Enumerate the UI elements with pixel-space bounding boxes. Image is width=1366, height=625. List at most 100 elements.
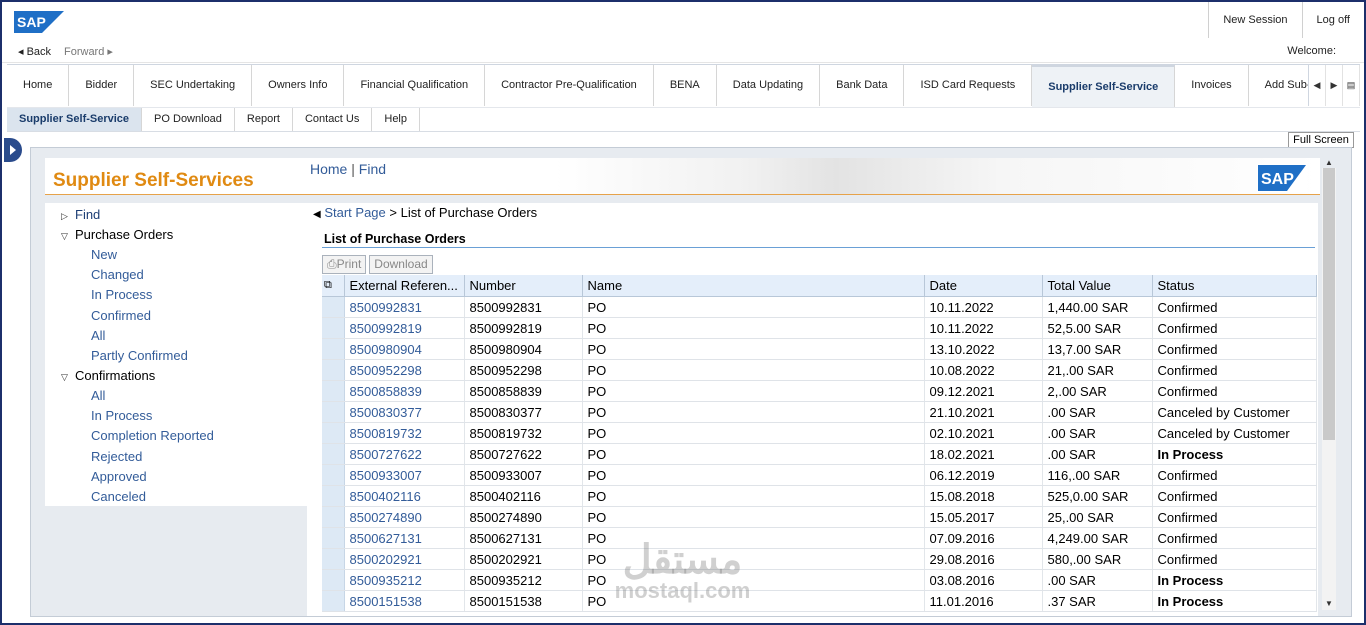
nav-conf-canceled[interactable]: Canceled [91, 489, 146, 504]
banner-find-link[interactable]: Find [359, 161, 386, 177]
table-row[interactable]: 8500627131 8500627131 PO 07.09.2016 4,249.00… [322, 527, 1317, 549]
tab-supplier-self-service[interactable]: Supplier Self-Service [1032, 65, 1176, 108]
vertical-scrollbar[interactable]: ▲ ▼ [1322, 158, 1336, 610]
tab-bidder[interactable]: Bidder [69, 65, 135, 106]
tab-contractor-pre-qualification[interactable]: Contractor Pre-Qualification [485, 65, 654, 106]
tab-financial-qualification[interactable]: Financial Qualification [344, 65, 486, 106]
cell-external-reference[interactable]: 8500952298 [344, 359, 465, 381]
print-button[interactable]: ⎙Print [322, 255, 367, 274]
row-selector[interactable] [322, 380, 345, 402]
new-session-button[interactable]: New Session [1208, 2, 1301, 38]
tab-sec-undertaking[interactable]: SEC Undertaking [134, 65, 253, 106]
cell-external-reference[interactable]: 8500935212 [344, 569, 465, 591]
column-header-date[interactable]: Date [924, 275, 1043, 297]
row-selector[interactable] [322, 485, 345, 507]
cell-external-reference[interactable]: 8500992819 [344, 317, 465, 339]
scrollbar-thumb[interactable] [1323, 168, 1335, 440]
cell-external-reference[interactable]: 8500980904 [344, 338, 465, 360]
download-button[interactable]: Download [369, 255, 433, 274]
subtab-report[interactable]: Report [235, 108, 293, 131]
tab-isd-card-requests[interactable]: ISD Card Requests [904, 65, 1033, 106]
table-row[interactable]: 8500980904 8500980904 PO 13.10.2022 13,7.00 … [322, 338, 1317, 360]
table-row[interactable]: 8500992819 8500992819 PO 10.11.2022 52,5.00 … [322, 317, 1317, 339]
tab-data-updating[interactable]: Data Updating [717, 65, 821, 106]
row-selector[interactable] [322, 401, 345, 423]
nav-po-in-process[interactable]: In Process [91, 287, 152, 302]
row-selector[interactable] [322, 464, 345, 486]
breadcrumb-start-link[interactable]: Start Page [324, 205, 385, 220]
row-selector[interactable] [322, 548, 345, 570]
tab-bena[interactable]: BENA [654, 65, 717, 106]
subtab-supplier-self-service[interactable]: Supplier Self-Service [7, 108, 143, 131]
nav-conf-rejected[interactable]: Rejected [91, 449, 142, 464]
subtab-help[interactable]: Help [372, 108, 420, 131]
cell-external-reference[interactable]: 8500627131 [344, 527, 465, 549]
row-selector[interactable] [322, 338, 345, 360]
scroll-up-icon[interactable]: ▲ [1324, 158, 1334, 167]
nav-po-confirmed[interactable]: Confirmed [91, 308, 151, 323]
tab-home[interactable]: Home [7, 65, 70, 106]
column-header-external-reference[interactable]: External Referen... [344, 275, 465, 297]
column-header-number[interactable]: Number [464, 275, 583, 297]
nav-conf-all[interactable]: All [91, 388, 105, 403]
nav-po-partly-confirmed[interactable]: Partly Confirmed [91, 348, 188, 363]
scroll-down-icon[interactable]: ▼ [1324, 599, 1334, 608]
column-header-status[interactable]: Status [1152, 275, 1317, 297]
nav-po-changed[interactable]: Changed [91, 267, 144, 282]
cell-external-reference[interactable]: 8500819732 [344, 422, 465, 444]
table-row[interactable]: 8500933007 8500933007 PO 06.12.2019 116,.00 … [322, 464, 1317, 486]
full-screen-button[interactable]: Full Screen [1288, 132, 1354, 148]
tab-scroll-right-icon[interactable]: ▶ [1326, 65, 1343, 106]
table-row[interactable]: 8500830377 8500830377 PO 21.10.2021.00 SAR C… [322, 401, 1317, 423]
cell-external-reference[interactable]: 8500933007 [344, 464, 465, 486]
table-row[interactable]: 8500935212 8500935212 PO 03.08.2016.00 SAR I… [322, 569, 1317, 591]
table-row[interactable]: 8500727622 8500727622 PO 18.02.2021.00 SAR I… [322, 443, 1317, 465]
column-header-total-value[interactable]: Total Value [1042, 275, 1153, 297]
table-row[interactable]: 8500952298 8500952298 PO 10.08.2022 21,.00 S… [322, 359, 1317, 381]
tab-bank-data[interactable]: Bank Data [820, 65, 905, 106]
cell-external-reference[interactable]: 8500727622 [344, 443, 465, 465]
row-selector[interactable] [322, 422, 345, 444]
cell-external-reference[interactable]: 8500151538 [344, 590, 465, 612]
table-row[interactable]: 8500202921 8500202921 PO 29.08.2016 580,.00 … [322, 548, 1317, 570]
cell-external-reference[interactable]: 8500830377 [344, 401, 465, 423]
subtab-contact-us[interactable]: Contact Us [293, 108, 373, 131]
table-row[interactable]: 8500819732 8500819732 PO 02.10.2021.00 SAR C… [322, 422, 1317, 444]
subtab-po-download[interactable]: PO Download [142, 108, 235, 131]
tab-invoices[interactable]: Invoices [1175, 65, 1249, 106]
row-selector[interactable] [322, 317, 345, 339]
log-off-button[interactable]: Log off [1301, 2, 1364, 38]
nav-conf-approved[interactable]: Approved [91, 469, 147, 484]
banner-home-link[interactable]: Home [310, 161, 347, 177]
nav-conf-in-process[interactable]: In Process [91, 408, 152, 423]
row-selector[interactable] [322, 569, 345, 591]
tab-owners-info[interactable]: Owners Info [252, 65, 345, 106]
table-row[interactable]: 8500274890 8500274890 PO 15.05.2017 25,.00 S… [322, 506, 1317, 528]
nav-purchase-orders[interactable]: ▽ Purchase Orders [61, 227, 173, 242]
side-panel-toggle-icon[interactable] [4, 138, 22, 162]
table-row[interactable]: 8500858839 8500858839 PO 09.12.2021 2,.00 SA… [322, 380, 1317, 402]
nav-po-all[interactable]: All [91, 328, 105, 343]
row-selector[interactable] [322, 506, 345, 528]
nav-conf-completion-reported[interactable]: Completion Reported [91, 428, 214, 443]
cell-external-reference[interactable]: 8500992831 [344, 296, 465, 318]
tab-scroll-left-icon[interactable]: ◀ [1309, 65, 1326, 106]
cell-external-reference[interactable]: 8500402116 [344, 485, 465, 507]
breadcrumb-back-icon[interactable]: ◀ [313, 209, 321, 220]
back-button[interactable]: ◂ Back [18, 45, 51, 58]
column-header-name[interactable]: Name [582, 275, 925, 297]
column-settings-icon[interactable]: ⧉ [322, 275, 345, 297]
cell-external-reference[interactable]: 8500274890 [344, 506, 465, 528]
row-selector[interactable] [322, 359, 345, 381]
table-row[interactable]: 8500151538 8500151538 PO 11.01.2016.37 SAR I… [322, 590, 1317, 612]
tab-list-icon[interactable]: ▤ [1343, 65, 1360, 106]
forward-button[interactable]: Forward ▸ [64, 45, 113, 58]
row-selector[interactable] [322, 527, 345, 549]
nav-po-new[interactable]: New [91, 247, 117, 262]
row-selector[interactable] [322, 443, 345, 465]
cell-external-reference[interactable]: 8500858839 [344, 380, 465, 402]
row-selector[interactable] [322, 590, 345, 612]
nav-confirmations[interactable]: ▽ Confirmations [61, 368, 155, 383]
row-selector[interactable] [322, 296, 345, 318]
table-row[interactable]: 8500402116 8500402116 PO 15.08.2018 525,0.00… [322, 485, 1317, 507]
